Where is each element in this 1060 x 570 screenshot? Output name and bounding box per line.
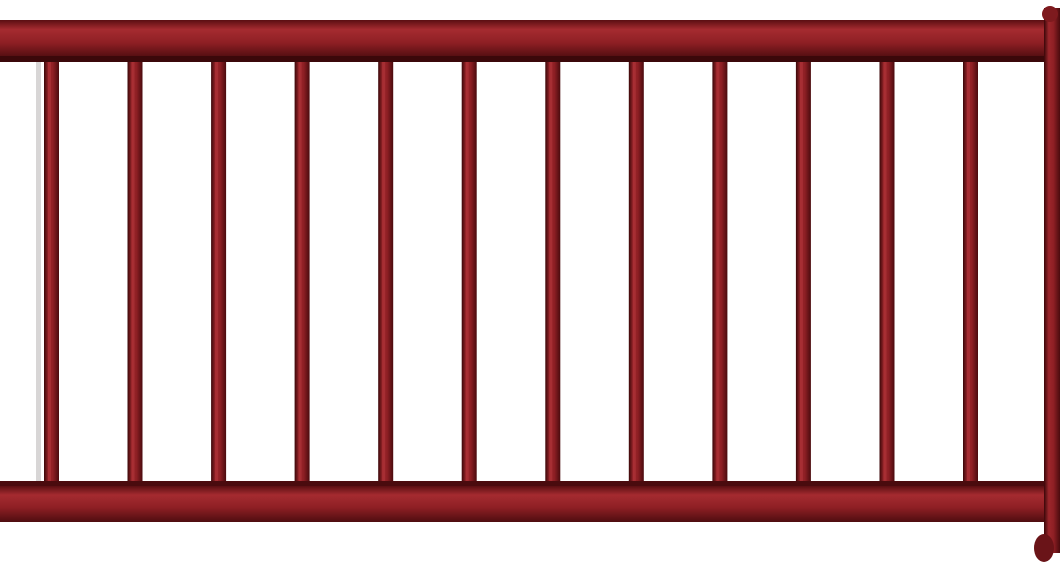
right-post-cap <box>1042 6 1058 22</box>
baluster <box>211 60 227 485</box>
baluster <box>44 60 59 485</box>
baluster <box>461 60 477 485</box>
baluster <box>545 60 561 485</box>
baluster <box>795 60 811 485</box>
baluster <box>628 60 644 485</box>
top-rail-underside <box>0 56 1048 62</box>
balusters <box>44 60 978 485</box>
baluster-highlight <box>298 60 302 485</box>
baluster-highlight <box>382 60 386 485</box>
baluster <box>378 60 394 485</box>
baluster-highlight <box>465 60 469 485</box>
baluster-highlight <box>799 60 803 485</box>
baluster <box>294 60 310 485</box>
baluster-highlight <box>632 60 636 485</box>
railing-svg <box>0 6 1060 562</box>
railing-image <box>0 0 1060 570</box>
baluster-highlight <box>131 60 135 485</box>
top-rail <box>0 20 1048 58</box>
bottom-rail <box>0 486 1048 522</box>
baluster <box>127 60 143 485</box>
right-post <box>1044 8 1060 553</box>
post-shadow <box>36 62 41 482</box>
baluster <box>712 60 728 485</box>
baluster-highlight <box>716 60 720 485</box>
baluster-highlight <box>549 60 553 485</box>
baluster-highlight <box>215 60 219 485</box>
baluster-highlight <box>48 60 51 485</box>
baluster <box>963 60 978 485</box>
baluster <box>879 60 895 485</box>
baluster-highlight <box>883 60 887 485</box>
baluster-highlight <box>967 60 970 485</box>
right-post-foot <box>1034 534 1054 562</box>
